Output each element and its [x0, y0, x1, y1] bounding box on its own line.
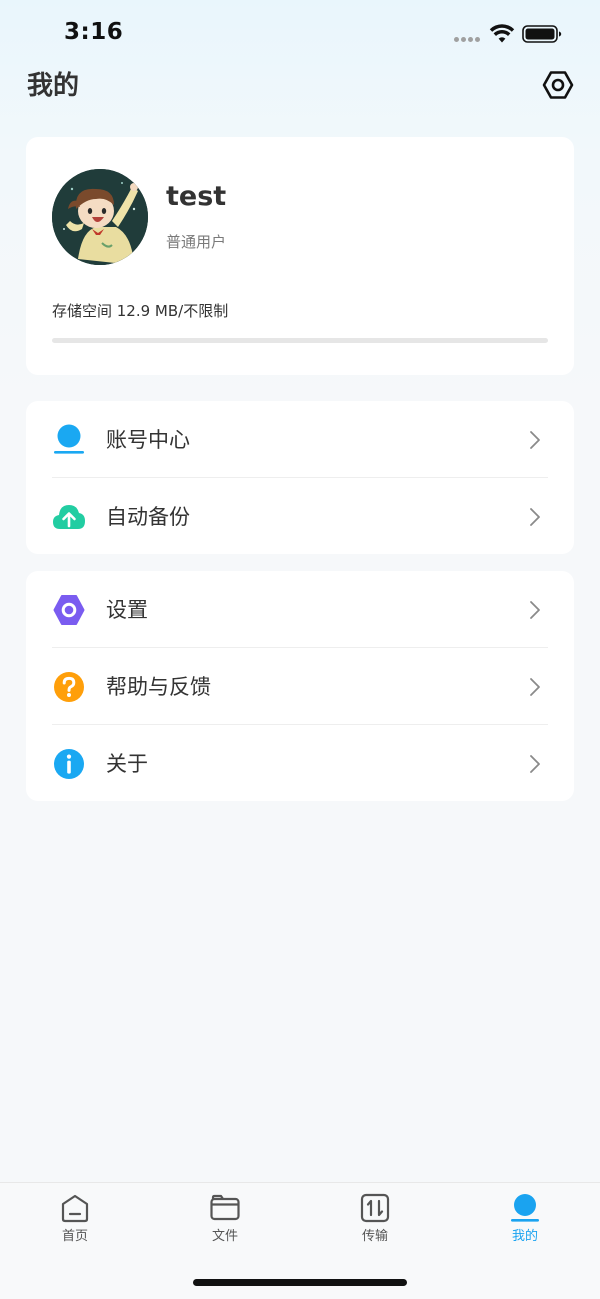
account-icon [54, 424, 84, 454]
avatar[interactable] [52, 169, 148, 265]
tab-files[interactable]: 文件 [150, 1183, 300, 1253]
help-icon [54, 672, 84, 702]
settings-icon [53, 595, 85, 625]
hexagon-settings-icon[interactable] [541, 68, 575, 102]
menu-item-label: 帮助与反馈 [106, 675, 211, 699]
chevron-right-icon [530, 678, 540, 696]
cellular-signal-icon [454, 37, 482, 43]
cloud-upload-icon [53, 505, 85, 529]
user-role: 普通用户 [166, 233, 227, 251]
wifi-icon [489, 24, 515, 43]
transfer-icon [360, 1193, 390, 1223]
profile-icon [511, 1194, 539, 1222]
menu-item-label: 自动备份 [106, 505, 190, 529]
tab-label: 文件 [211, 1229, 238, 1244]
home-icon [61, 1194, 89, 1223]
chevron-right-icon [530, 431, 540, 449]
storage-label: 存储空间 12.9 MB/不限制 [52, 302, 229, 320]
home-indicator [193, 1279, 407, 1286]
battery-icon [522, 25, 562, 43]
tab-label: 传输 [361, 1229, 388, 1244]
menu-group-account: 账号中心 自动备份 [26, 401, 574, 554]
menu-item-settings[interactable]: 设置 [26, 571, 574, 647]
menu-item-auto-backup[interactable]: 自动备份 [26, 478, 574, 554]
profile-card: test 普通用户 存储空间 12.9 MB/不限制 [26, 137, 574, 375]
tab-label: 首页 [61, 1229, 88, 1244]
menu-item-label: 关于 [106, 752, 148, 776]
menu-group-general: 设置 帮助与反馈 关于 [26, 571, 574, 801]
menu-item-account-center[interactable]: 账号中心 [26, 401, 574, 477]
tab-profile[interactable]: 我的 [450, 1183, 600, 1253]
page-title: 我的 [27, 71, 80, 101]
folder-icon [210, 1194, 240, 1221]
tab-label: 我的 [511, 1229, 538, 1244]
storage-progress-bar [52, 338, 548, 343]
avatar-illustration [52, 169, 148, 265]
status-time: 3:16 [64, 19, 124, 45]
tab-transfer[interactable]: 传输 [300, 1183, 450, 1253]
chevron-right-icon [530, 508, 540, 526]
menu-item-help-feedback[interactable]: 帮助与反馈 [26, 648, 574, 724]
menu-item-label: 设置 [106, 598, 148, 622]
menu-item-about[interactable]: 关于 [26, 725, 574, 801]
username[interactable]: test [166, 179, 226, 215]
chevron-right-icon [530, 601, 540, 619]
status-bar: 3:16 [0, 0, 600, 68]
tab-home[interactable]: 首页 [0, 1183, 150, 1253]
chevron-right-icon [530, 755, 540, 773]
menu-item-label: 账号中心 [106, 428, 190, 452]
info-icon [54, 749, 84, 779]
